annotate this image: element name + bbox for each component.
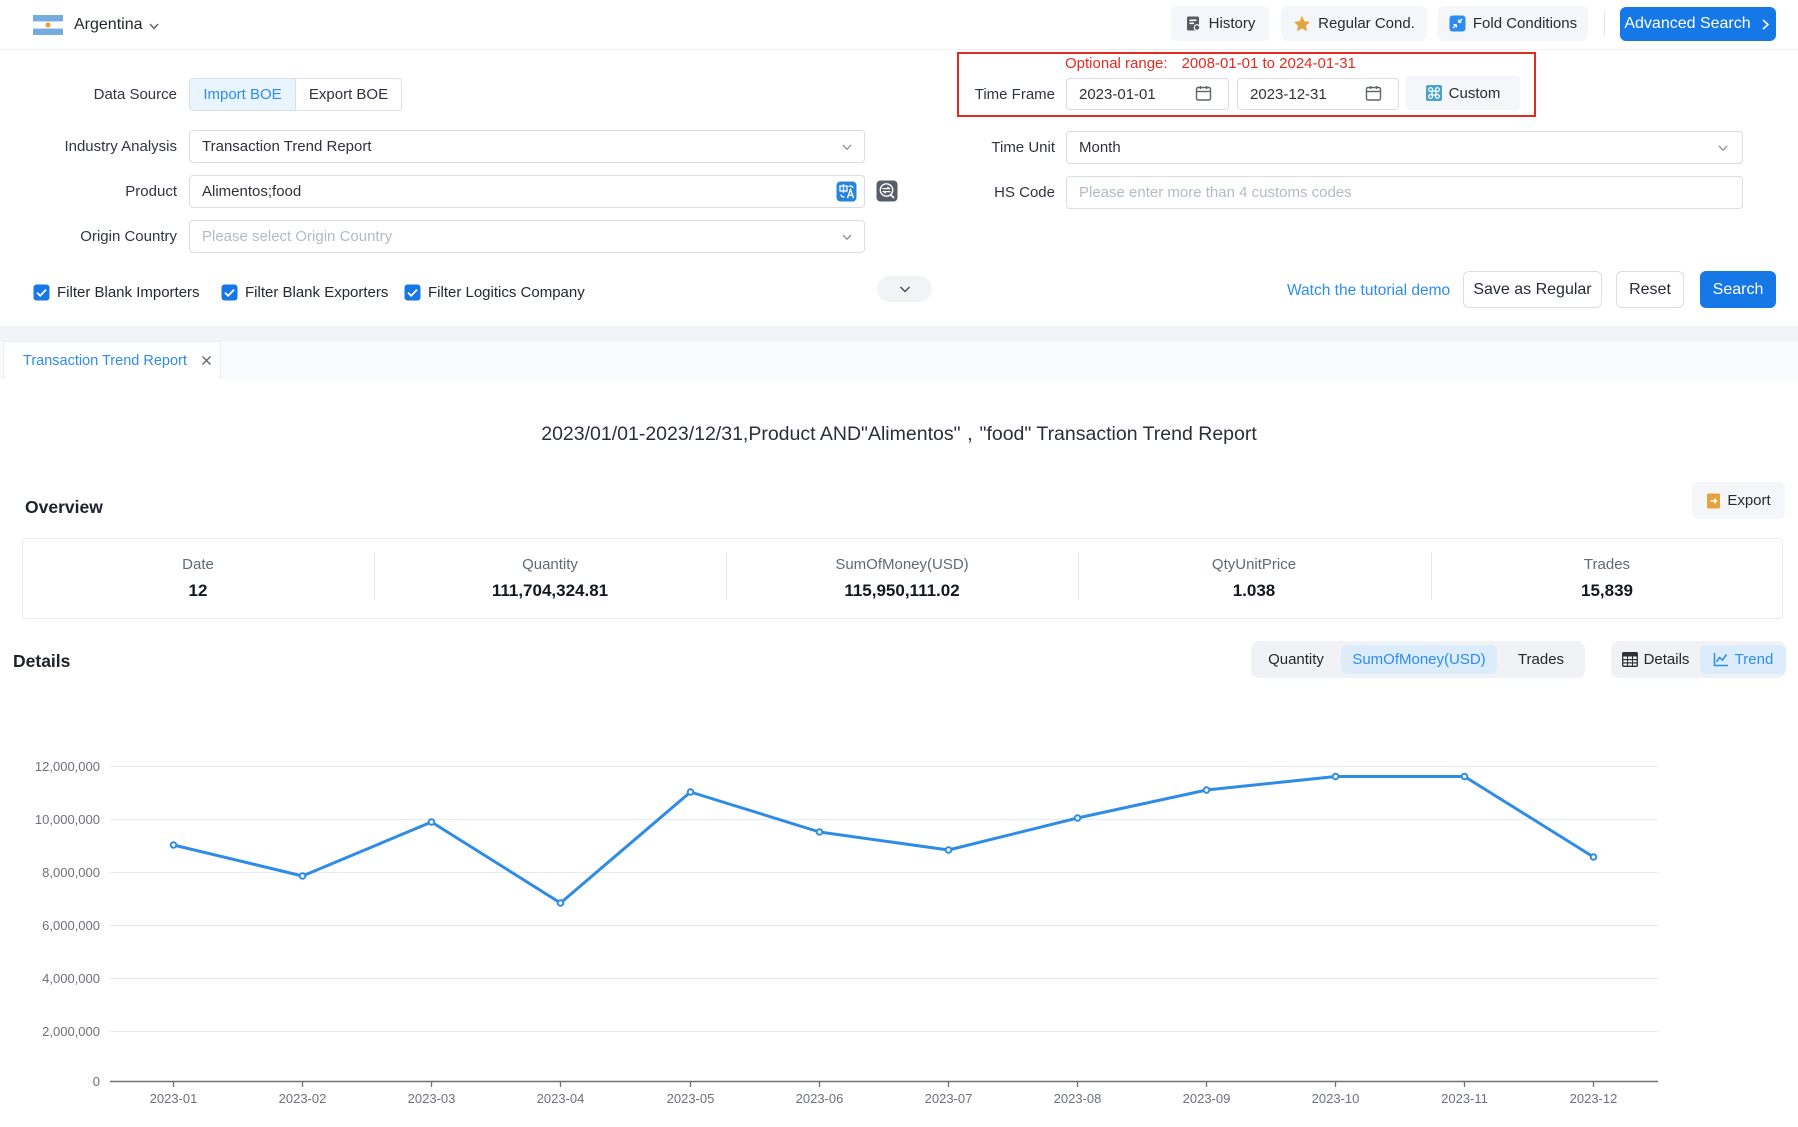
svg-text:2023-10: 2023-10 xyxy=(1312,1091,1360,1106)
svg-text:2023-08: 2023-08 xyxy=(1054,1091,1102,1106)
svg-text:10,000,000: 10,000,000 xyxy=(35,812,100,827)
svg-text:2,000,000: 2,000,000 xyxy=(42,1024,100,1039)
svg-text:2023-01: 2023-01 xyxy=(150,1091,198,1106)
svg-text:4,000,000: 4,000,000 xyxy=(42,971,100,986)
svg-text:8,000,000: 8,000,000 xyxy=(42,865,100,880)
svg-text:2023-06: 2023-06 xyxy=(796,1091,844,1106)
svg-text:12,000,000: 12,000,000 xyxy=(35,759,100,774)
svg-text:2023-04: 2023-04 xyxy=(537,1091,585,1106)
svg-text:0: 0 xyxy=(93,1074,100,1089)
svg-text:2023-09: 2023-09 xyxy=(1183,1091,1231,1106)
svg-text:2023-02: 2023-02 xyxy=(279,1091,327,1106)
svg-text:2023-11: 2023-11 xyxy=(1441,1091,1488,1106)
svg-text:2023-05: 2023-05 xyxy=(667,1091,715,1106)
svg-text:2023-03: 2023-03 xyxy=(408,1091,456,1106)
svg-text:6,000,000: 6,000,000 xyxy=(42,918,100,933)
svg-text:2023-12: 2023-12 xyxy=(1570,1091,1618,1106)
svg-text:2023-07: 2023-07 xyxy=(925,1091,973,1106)
